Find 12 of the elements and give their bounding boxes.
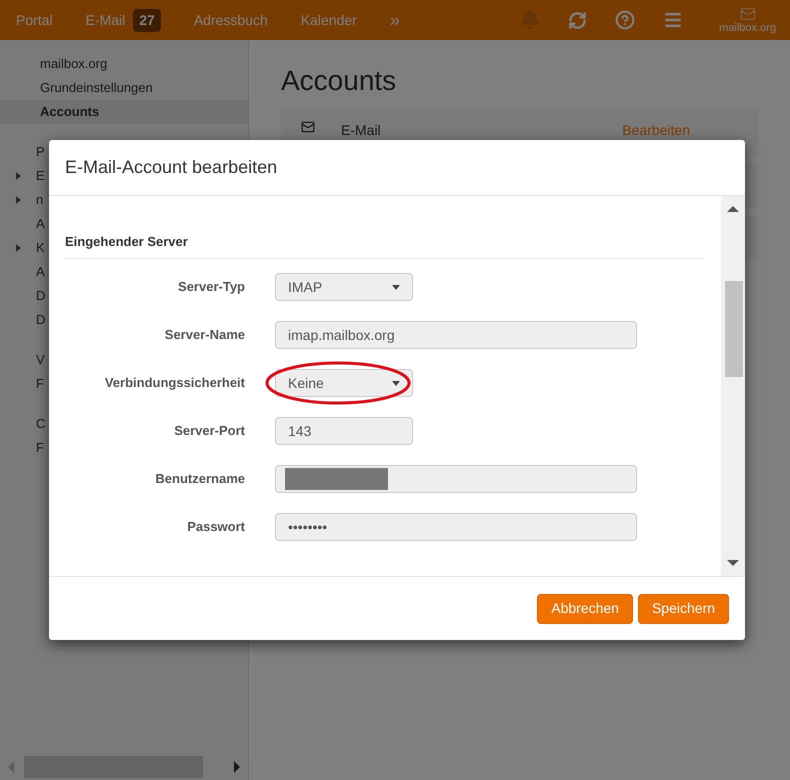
field-label: Server-Typ [177,278,246,296]
dialog-title: E-Mail-Account bearbeiten [65,156,278,179]
field-label: Verbindungssicherheit [104,374,246,392]
logo-text: mailbox.org [719,22,776,34]
field-label: Passwort [186,518,246,536]
section-title: Eingehender Server [65,234,188,249]
page-title: Accounts [281,64,398,98]
count-badge: 27 [133,8,161,32]
field-label: Server-Port [173,422,246,440]
field-label: Server-Name [164,326,246,344]
field-label: Benutzername [154,470,246,488]
account-name: E-Mail [341,121,381,140]
